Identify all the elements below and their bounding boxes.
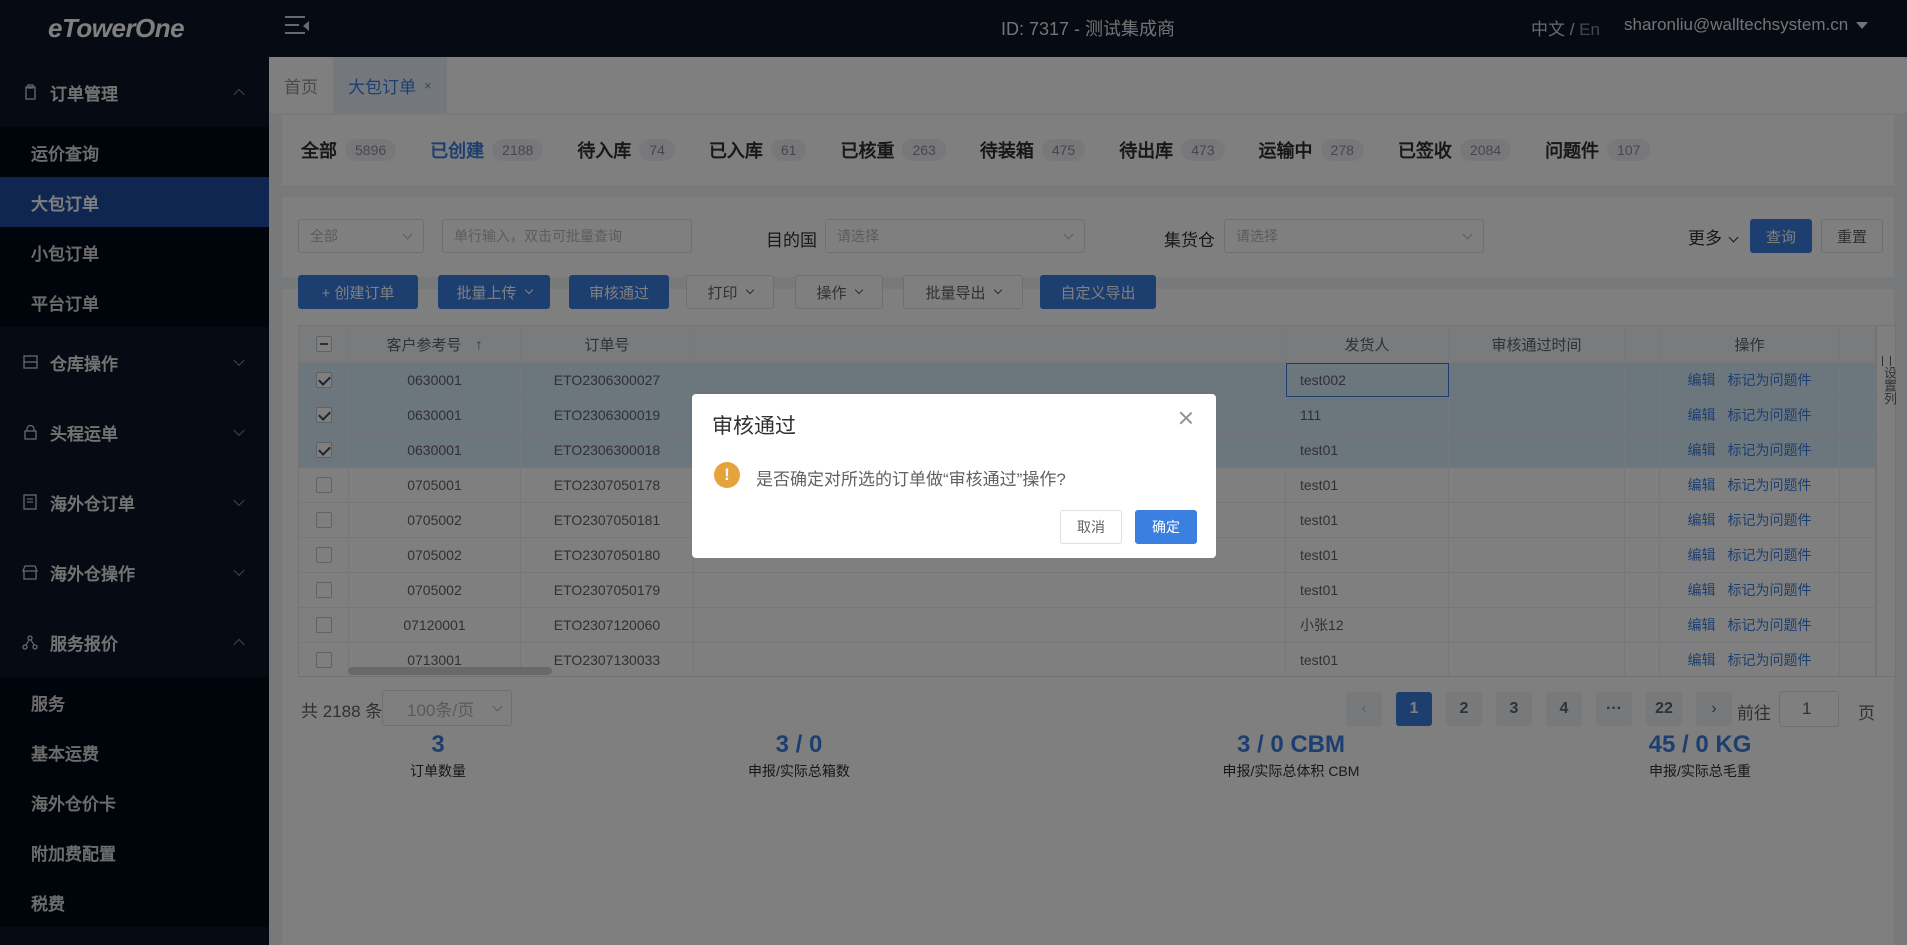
cancel-button[interactable]: 取消 <box>1060 510 1122 544</box>
warning-icon: ! <box>714 462 740 488</box>
close-icon[interactable] <box>1179 411 1193 425</box>
dialog-title: 审核通过 <box>712 415 796 438</box>
approve-confirm-dialog: 审核通过 ! 是否确定对所选的订单做“审核通过”操作? 取消 确定 <box>692 394 1216 558</box>
confirm-button[interactable]: 确定 <box>1135 510 1197 544</box>
dialog-message: 是否确定对所选的订单做“审核通过”操作? <box>756 470 1066 489</box>
